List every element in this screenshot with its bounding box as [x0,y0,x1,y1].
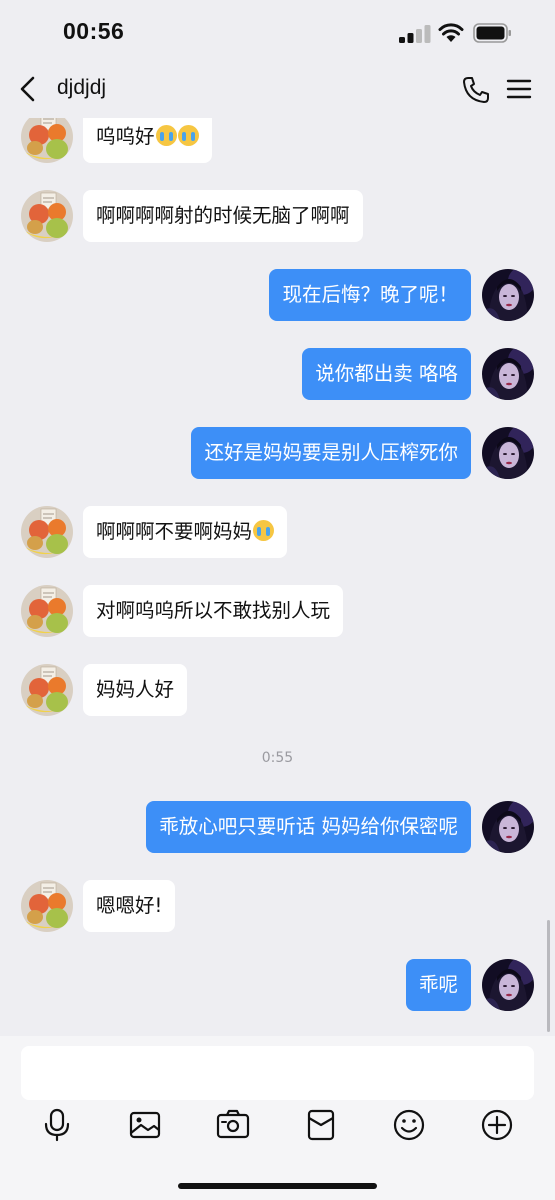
plus-icon[interactable] [479,1107,515,1143]
image-icon[interactable] [127,1107,163,1143]
message-text: 乖放心吧只要听话 妈妈给你保密呢 [159,815,458,838]
contact-avatar[interactable] [21,880,73,932]
message-text: 现在后悔？晚了呢！ [282,283,458,306]
crying-emoji-icon [253,520,275,541]
message-bubble[interactable]: 乖呢 [405,959,471,1011]
message-bubble[interactable]: 妈妈人好 [83,664,188,716]
message-text: 啊啊啊不要啊妈妈 [96,520,253,543]
message-text: 对啊呜呜所以不敢找别人玩 [96,599,331,622]
message-text: 呜呜好 [96,125,155,148]
message-text: 还好是妈妈要是别人压榨死你 [204,441,458,464]
message-bubble[interactable]: 呜呜好 [83,118,212,163]
message-bubble[interactable]: 还好是妈妈要是别人压榨死你 [191,427,471,479]
message-bubble[interactable]: 乖放心吧只要听话 妈妈给你保密呢 [146,801,471,853]
message-bubble[interactable]: 嗯嗯好! [83,880,176,932]
message-bubble[interactable]: 啊啊啊啊射的时候无脑了啊啊 [83,190,363,242]
message-text: 妈妈人好 [96,678,175,701]
menu-icon[interactable] [506,77,532,101]
user-avatar[interactable] [482,959,534,1011]
message-text: 啊啊啊啊射的时候无脑了啊啊 [96,204,350,227]
back-icon[interactable] [14,74,42,104]
user-avatar[interactable] [482,269,534,321]
message-bubble[interactable]: 现在后悔？晚了呢！ [269,269,471,321]
chat-header: djdjdj [0,60,555,118]
contact-avatar[interactable] [21,506,73,558]
message-input[interactable] [21,1046,534,1100]
user-avatar[interactable] [482,801,534,853]
emoji-icon[interactable] [391,1107,427,1143]
contact-avatar[interactable] [21,190,73,242]
chat-title: djdjdj [57,76,107,99]
status-bar: 00:56 [0,0,555,60]
contact-avatar[interactable] [21,664,73,716]
message-bubble[interactable]: 说你都出卖 咯咯 [302,348,471,400]
crying-emoji-icon [155,125,177,146]
message-text: 乖呢 [418,973,458,996]
message-text: 嗯嗯好! [96,894,163,917]
status-time: 00:56 [63,18,125,44]
contact-avatar[interactable] [21,585,73,637]
signal-icon [399,25,431,43]
message-bubble[interactable]: 啊啊啊不要啊妈妈 [83,506,288,558]
phone-icon[interactable] [461,75,491,105]
composer [0,1036,555,1200]
crying-emoji-icon [177,125,199,146]
microphone-icon[interactable] [39,1107,75,1143]
message-bubble[interactable]: 对啊呜呜所以不敢找别人玩 [83,585,344,637]
wifi-icon [438,23,464,42]
message-text: 说你都出卖 咯咯 [315,362,458,385]
message-timestamp: 0:55 [261,750,294,766]
scrollbar[interactable] [547,920,550,1032]
camera-icon[interactable] [215,1107,251,1143]
home-indicator[interactable] [178,1183,377,1189]
battery-icon [473,23,511,43]
user-avatar[interactable] [482,348,534,400]
contact-avatar[interactable] [21,118,73,163]
red-packet-icon[interactable] [303,1107,339,1143]
user-avatar[interactable] [482,427,534,479]
message-list[interactable]: 呜呜好 啊啊啊啊射的时候无脑了啊啊 现在后悔？晚了呢！ 说你都出卖 咯咯 还好是… [0,118,555,1036]
